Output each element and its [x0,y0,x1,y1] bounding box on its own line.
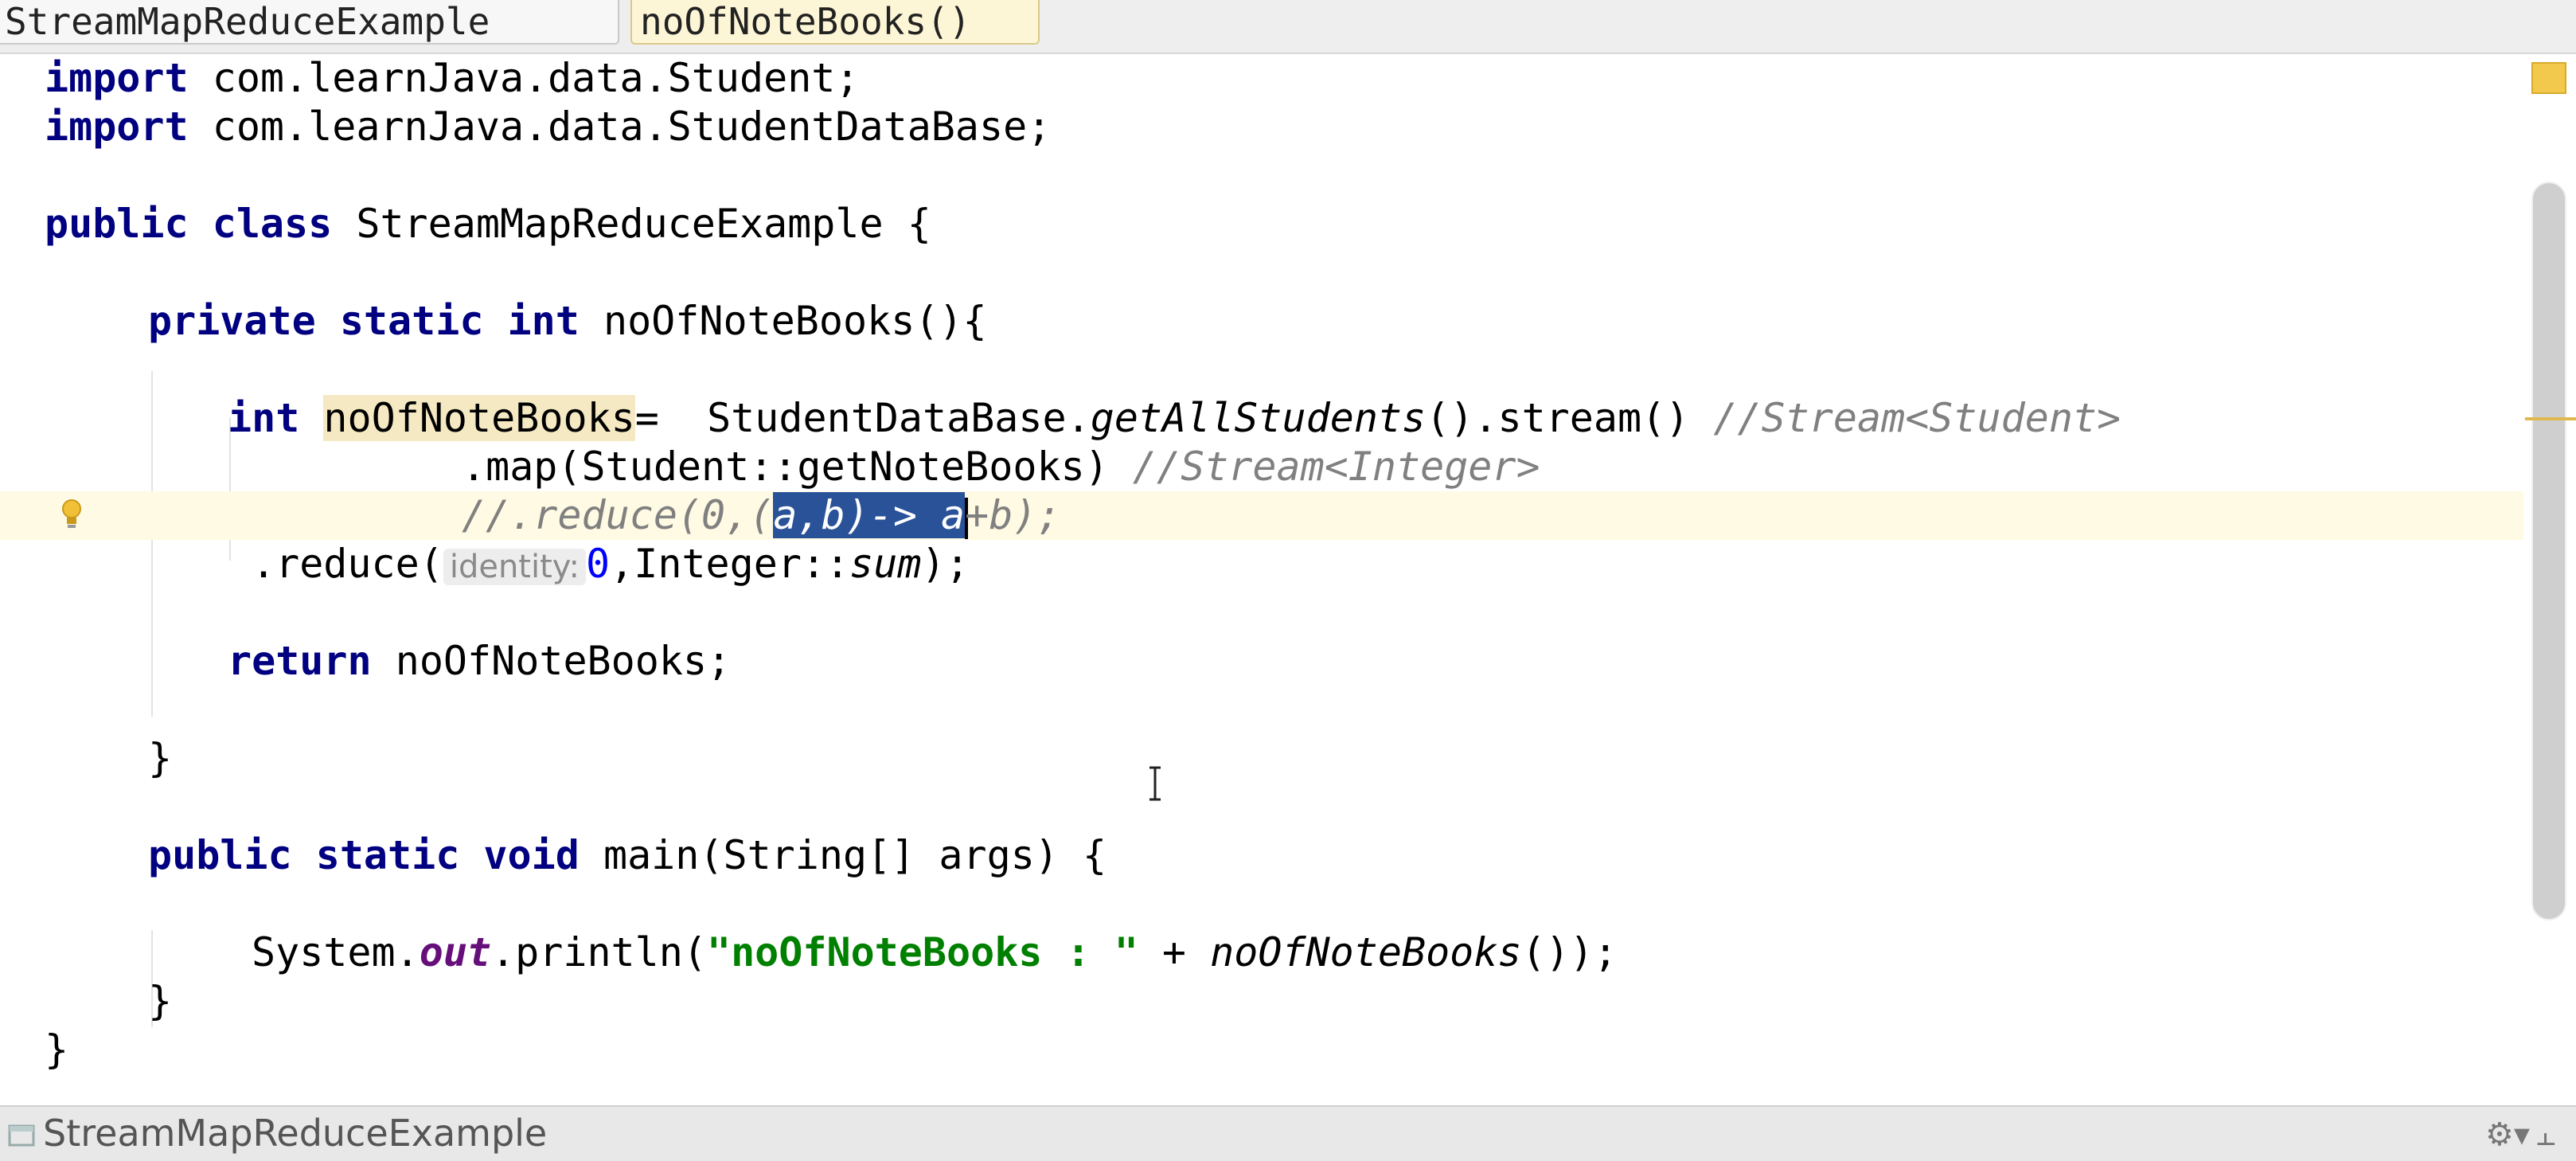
static-method-call: getAllStudents [1090,395,1427,441]
scrollbar-thumb[interactable] [2533,183,2565,919]
code-text: main(String[] args) { [579,832,1107,878]
string-literal: "noOfNoteBooks : " [706,929,1138,975]
code-text: .reduce( [252,541,443,587]
status-bar: StreamMapReduceExample ⚙▾ ⫠ [0,1105,2576,1161]
static-field: out [419,929,492,975]
keyword: public static void [148,832,580,878]
code-comment: //.reduce(0,( [462,492,774,538]
closing-brace: } [148,978,173,1024]
code-text: ,Integer:: [610,541,850,587]
closing-brace: } [45,1026,69,1073]
code-text: com.learnJava.data.Student; [188,55,860,101]
keyword: public class [45,201,333,247]
code-line: import com.learnJava.data.StudentDataBas… [0,103,2523,151]
code-comment: //Stream<Student> [1713,395,2121,441]
code-text: System. [252,929,420,975]
code-line: private static int noOfNoteBooks(){ [0,297,2523,346]
code-line: } [0,1026,2523,1074]
text-cursor-icon [1149,766,1161,801]
variable-usage-highlight: noOfNoteBooks [323,395,635,441]
code-text: ()); [1521,929,1618,975]
lightbulb-icon[interactable] [59,497,84,532]
code-editor[interactable]: import com.learnJava.data.Student; impor… [0,54,2576,1104]
code-text: ().stream() [1426,395,1714,441]
code-line: public class StreamMapReduceExample { [0,200,2523,248]
breadcrumb-item-class[interactable]: StreamMapReduceExample [0,0,619,45]
code-text: .map(Student::getNoteBooks) [462,444,1133,490]
code-line: public static void main(String[] args) { [0,831,2523,880]
code-text: com.learnJava.data.StudentDataBase; [188,104,1052,150]
code-line: return noOfNoteBooks; [0,637,2523,686]
code-line: System.out.println("noOfNoteBooks : " + … [0,928,2523,977]
warning-marker-icon[interactable] [2531,62,2566,94]
code-text: noOfNoteBooks; [371,638,732,684]
number-literal: 0 [586,541,611,587]
code-text: + [1138,929,1211,975]
code-text: noOfNoteBooks(){ [579,298,987,344]
closing-brace: } [148,735,173,781]
code-text: ); [921,541,970,587]
hide-panel-icon[interactable]: ⫠ [2536,1116,2555,1153]
file-icon [8,1124,35,1147]
parameter-hint: identity: [443,549,587,585]
code-line: import com.learnJava.data.Student; [0,54,2523,103]
keyword: int [228,395,300,441]
code-line: } [0,977,2523,1026]
breadcrumb: StreamMapReduceExample noOfNoteBooks() [0,0,2576,54]
static-method-call: noOfNoteBooks [1210,929,1522,975]
breadcrumb-item-method[interactable]: noOfNoteBooks() [630,0,1040,45]
selected-text[interactable]: a,b)-> a [773,492,966,538]
keyword: private static int [148,298,580,344]
code-line: int noOfNoteBooks= StudentDataBase.getAl… [0,394,2523,443]
code-line: } [0,734,2523,783]
code-comment: +b); [965,492,1061,538]
current-code-line: //.reduce(0,(a,b)-> a+b); [0,491,2523,540]
keyword: return [228,638,372,684]
code-text: StreamMapReduceExample { [332,201,931,247]
keyword: import [45,55,189,101]
status-title: StreamMapReduceExample [43,1112,548,1155]
gear-icon[interactable]: ⚙▾ [2485,1116,2530,1153]
code-text: = StudentDataBase. [634,395,1091,441]
code-comment: //Stream<Integer> [1132,444,1540,490]
code-line: .reduce(identity: 0,Integer::sum); [0,540,2523,588]
code-text: .println( [491,929,707,975]
code-line: .map(Student::getNoteBooks) //Stream<Int… [0,443,2523,491]
static-method-call: sum [849,541,922,587]
keyword: import [45,104,189,150]
caret-position-stripe [2525,417,2576,420]
